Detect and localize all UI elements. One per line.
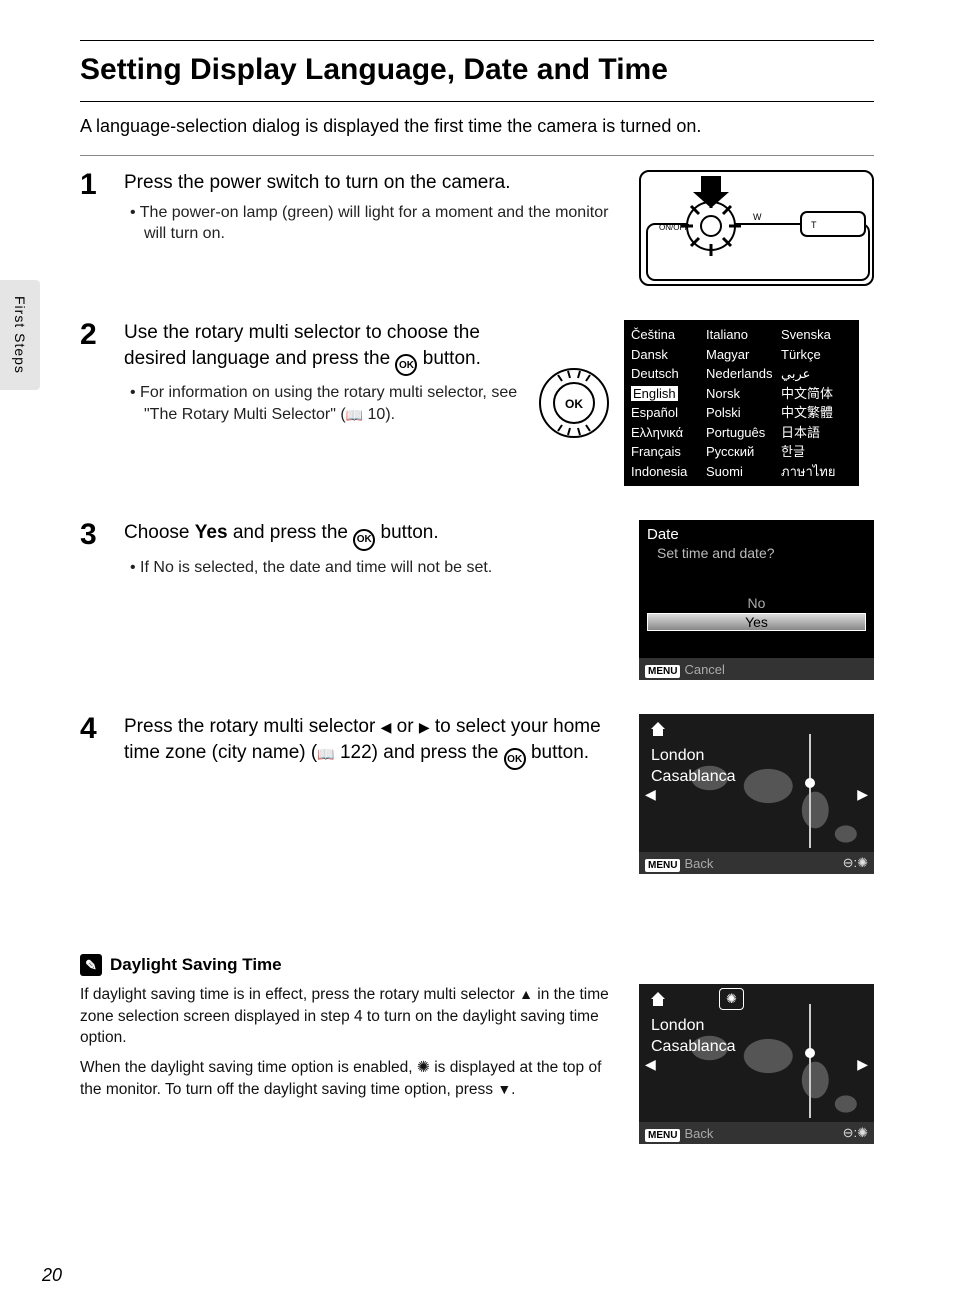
up-arrow-icon [519, 986, 533, 1003]
rotary-selector-figure: OK [534, 363, 614, 443]
step-heading: Press the power switch to turn on the ca… [124, 170, 615, 196]
ok-button-icon: OK [353, 529, 375, 551]
ok-button-icon: OK [504, 748, 526, 770]
timezone-map-dst-screen: ✺ London Casablanca ◀ ▶ MENU Back ⊖:✺ [639, 984, 874, 1144]
note-section: ✎ Daylight Saving Time If daylight savin… [80, 894, 874, 1144]
timezone-marker [805, 778, 815, 788]
right-arrow-icon: ▶ [857, 1056, 868, 1073]
left-arrow-icon: ◀ [645, 786, 656, 803]
left-arrow-icon: ◀ [645, 1056, 656, 1073]
note-paragraph: If daylight saving time is in effect, pr… [80, 984, 609, 1049]
menu-tag: MENU [645, 859, 680, 872]
left-arrow-icon [381, 716, 392, 737]
city-2: Casablanca [651, 1037, 736, 1058]
timezone-marker [805, 1048, 815, 1058]
step-bullet: The power-on lamp (green) will light for… [124, 202, 615, 245]
note-paragraph: When the daylight saving time option is … [80, 1057, 609, 1100]
menu-tag: MENU [645, 665, 680, 678]
svg-text:T: T [811, 220, 817, 230]
city-1: London [651, 746, 736, 767]
back-label: Back [684, 1126, 713, 1141]
home-icon [649, 720, 667, 738]
step-heading: Use the rotary multi selector to choose … [124, 320, 520, 376]
onoff-label: ON/OFF [659, 223, 689, 232]
right-arrow-icon: ▶ [857, 786, 868, 803]
step-bullet: For information on using the rotary mult… [124, 382, 520, 425]
step-bullet: If No is selected, the date and time wil… [124, 557, 615, 579]
dst-icon: ✺ [417, 1059, 430, 1076]
camera-top-figure: T ON/OFF W [639, 170, 874, 286]
step-heading: Press the rotary multi selector or to se… [124, 714, 615, 770]
page-number: 20 [42, 1265, 62, 1286]
book-icon [317, 742, 334, 763]
dst-corner-icon: ⊖:✺ [843, 855, 868, 871]
step-4: 4 Press the rotary multi selector or to … [80, 700, 874, 894]
dst-corner-icon: ⊖:✺ [843, 1125, 868, 1141]
dialog-title: Date [647, 526, 866, 543]
menu-tag: MENU [645, 1129, 680, 1142]
step-number: 2 [80, 320, 110, 486]
city-1: London [651, 1016, 736, 1037]
step-number: 1 [80, 170, 110, 286]
note-heading: Daylight Saving Time [110, 955, 282, 975]
date-dialog-screen: Date Set time and date? No Yes MENU Cance… [639, 520, 874, 680]
timezone-map-screen: London Casablanca ◀ ▶ MENU Back ⊖:✺ [639, 714, 874, 874]
city-2: Casablanca [651, 767, 736, 788]
ok-label: OK [565, 397, 583, 411]
dialog-question: Set time and date? [647, 543, 866, 561]
right-arrow-icon [419, 716, 430, 737]
step-heading: Choose Yes and press the OK button. [124, 520, 615, 551]
step-3: 3 Choose Yes and press the OK button. If… [80, 506, 874, 700]
option-yes-selected: Yes [647, 613, 866, 631]
svg-text:W: W [753, 212, 762, 222]
page-title: Setting Display Language, Date and Time [80, 41, 874, 101]
option-no: No [647, 595, 866, 611]
step-1: 1 Press the power switch to turn on the … [80, 156, 874, 306]
cancel-label: Cancel [684, 662, 724, 677]
down-arrow-icon [497, 1081, 511, 1098]
book-icon [346, 406, 363, 423]
dst-indicator: ✺ [719, 988, 744, 1010]
step-number: 3 [80, 520, 110, 680]
home-icon [649, 990, 667, 1008]
note-icon: ✎ [80, 954, 102, 976]
ok-button-icon: OK [395, 354, 417, 376]
intro-text: A language-selection dialog is displayed… [80, 102, 874, 155]
language-list-screen: ČeštinaItalianoSvenska DanskMagyarTürkçe… [624, 320, 859, 486]
step-2: 2 Use the rotary multi selector to choos… [80, 306, 874, 506]
step-number: 4 [80, 714, 110, 874]
selected-language: English [631, 386, 678, 401]
back-label: Back [684, 856, 713, 871]
